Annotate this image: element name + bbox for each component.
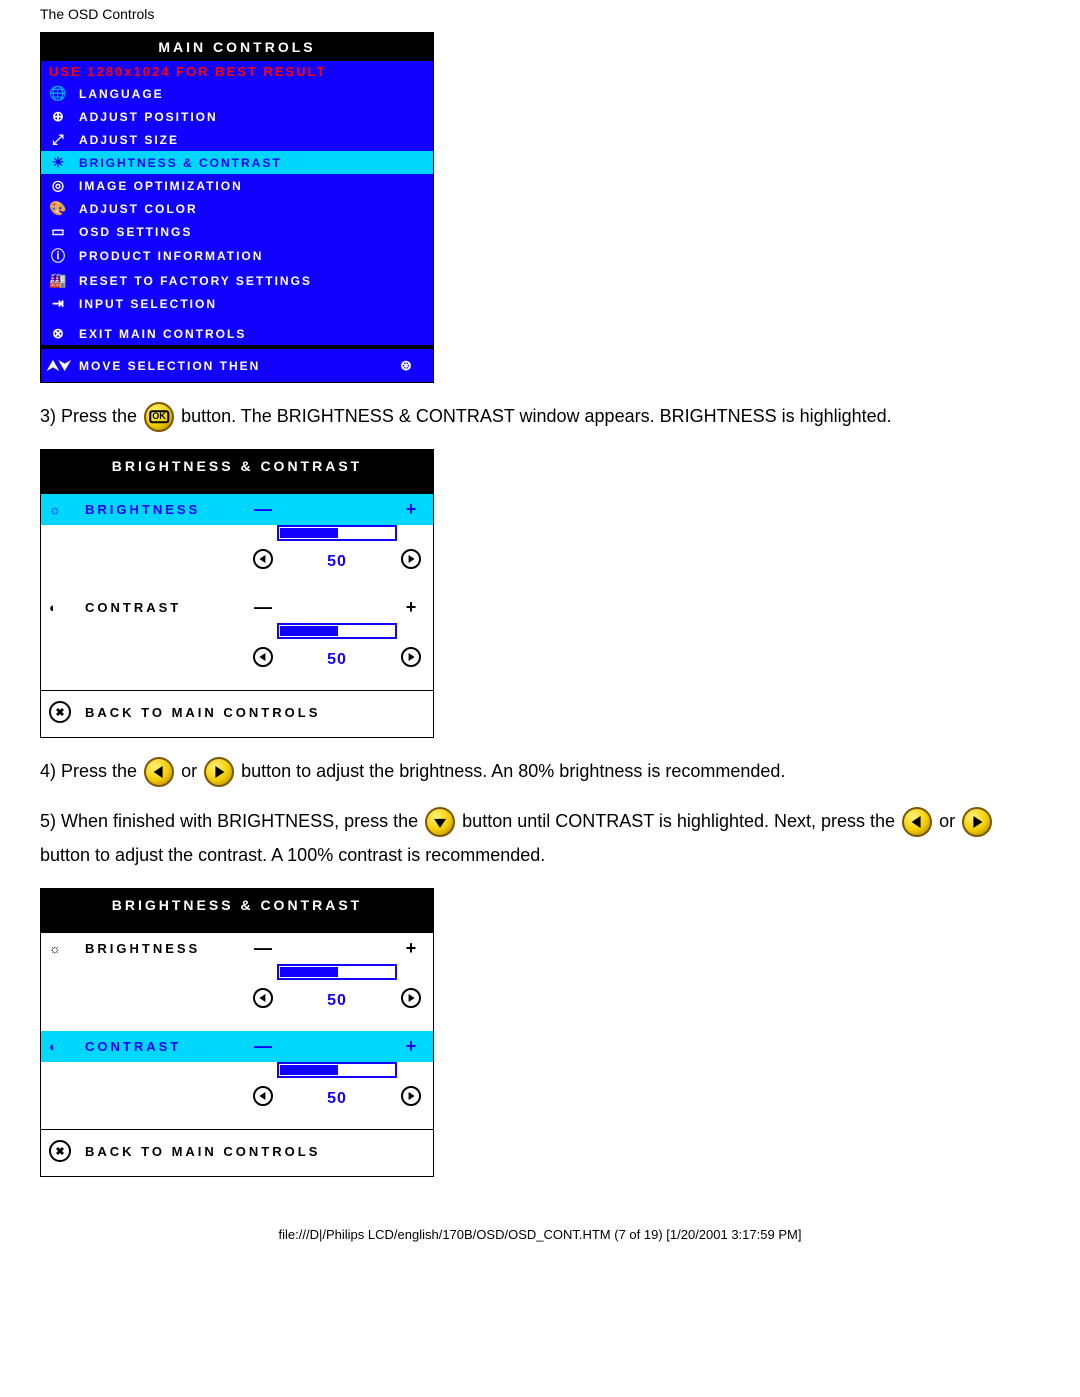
right-arrow-icon: [401, 1086, 421, 1106]
osd-main-panel: MAIN CONTROLS USE 1280x1024 FOR BEST RES…: [40, 32, 434, 383]
osd-item-label: ADJUST SIZE: [79, 133, 179, 147]
right-arrow-icon: [401, 549, 421, 569]
osd-item-exit[interactable]: ⊗ EXIT MAIN CONTROLS: [41, 315, 433, 345]
left-arrow-icon: [253, 1086, 273, 1106]
bc-back-row[interactable]: ✖ BACK TO MAIN CONTROLS: [41, 1129, 433, 1176]
size-icon: ⤢: [47, 131, 69, 148]
contrast-label: CONTRAST: [85, 600, 249, 615]
osd-item-label: LANGUAGE: [79, 87, 164, 101]
contrast-value: 50: [277, 651, 397, 669]
osd-title: MAIN CONTROLS: [41, 33, 433, 61]
ok-icon: ⊛: [395, 357, 417, 374]
brightness-value: 50: [277, 553, 397, 571]
osd-item-label: ADJUST POSITION: [79, 110, 218, 124]
window-icon: ▭: [47, 223, 69, 240]
brightness-label: BRIGHTNESS: [85, 941, 249, 956]
osd-item-label: PRODUCT INFORMATION: [79, 249, 263, 263]
osd-item-label: IMAGE OPTIMIZATION: [79, 179, 243, 193]
back-label: BACK TO MAIN CONTROLS: [85, 1144, 320, 1159]
osd-footer-text: MOVE SELECTION THEN: [79, 359, 260, 373]
step-3: 3) Press the button. The BRIGHTNESS & CO…: [40, 399, 1040, 433]
back-label: BACK TO MAIN CONTROLS: [85, 705, 320, 720]
osd-item-label: ADJUST COLOR: [79, 202, 198, 216]
left-arrow-icon: [253, 549, 273, 569]
sun-icon: ☼: [49, 502, 85, 517]
minus-icon: —: [249, 938, 277, 959]
osd-item-osd-settings[interactable]: ▭ OSD SETTINGS: [41, 220, 433, 243]
contrast-icon: ◐: [49, 600, 85, 615]
plus-icon: +: [397, 1036, 425, 1057]
page-header: The OSD Controls: [40, 6, 1040, 22]
contrast-value: 50: [277, 1090, 397, 1108]
target-icon: ◎: [47, 177, 69, 194]
brightness-bar: [277, 525, 397, 541]
plus-icon: +: [397, 938, 425, 959]
bc-contrast-row[interactable]: ◐ CONTRAST — +: [41, 1031, 433, 1062]
brightness-label: BRIGHTNESS: [85, 502, 249, 517]
contrast-bar: [277, 623, 397, 639]
osd-item-input-selection[interactable]: ⇥ INPUT SELECTION: [41, 292, 433, 315]
minus-icon: —: [249, 597, 277, 618]
palette-icon: 🎨: [47, 200, 69, 217]
step-5: 5) When finished with BRIGHTNESS, press …: [40, 804, 1040, 872]
osd-item-adjust-color[interactable]: 🎨 ADJUST COLOR: [41, 197, 433, 220]
osd-resolution-hint: USE 1280x1024 FOR BEST RESULT: [41, 61, 433, 82]
osd-item-label: RESET TO FACTORY SETTINGS: [79, 274, 312, 288]
right-button-icon: [204, 757, 234, 787]
osd-item-factory-reset[interactable]: 🏭 RESET TO FACTORY SETTINGS: [41, 269, 433, 292]
right-arrow-icon: [401, 988, 421, 1008]
input-icon: ⇥: [47, 295, 69, 312]
osd-item-label: EXIT MAIN CONTROLS: [79, 327, 246, 341]
minus-icon: —: [249, 1036, 277, 1057]
back-icon: ✖: [49, 1140, 71, 1162]
plus-icon: +: [397, 597, 425, 618]
step-4: 4) Press the or button to adjust the bri…: [40, 754, 1040, 788]
plus-icon: +: [397, 499, 425, 520]
left-arrow-icon: [253, 647, 273, 667]
contrast-label: CONTRAST: [85, 1039, 249, 1054]
left-arrow-icon: [253, 988, 273, 1008]
exit-icon: ⊗: [47, 325, 69, 342]
left-button-icon: [902, 807, 932, 837]
bc-panel-brightness-selected: BRIGHTNESS & CONTRAST ☼ BRIGHTNESS — + 5…: [40, 449, 434, 738]
osd-item-product-info[interactable]: ⓘ PRODUCT INFORMATION: [41, 243, 433, 269]
brightness-value: 50: [277, 992, 397, 1010]
bc-contrast-row[interactable]: ◐ CONTRAST — +: [41, 592, 433, 623]
left-button-icon: [144, 757, 174, 787]
osd-item-label: BRIGHTNESS & CONTRAST: [79, 156, 282, 170]
info-icon: ⓘ: [47, 246, 69, 266]
sun-icon: ☀: [47, 154, 69, 171]
factory-icon: 🏭: [47, 272, 69, 289]
bc-back-row[interactable]: ✖ BACK TO MAIN CONTROLS: [41, 690, 433, 737]
bc-brightness-row[interactable]: ☼ BRIGHTNESS — +: [41, 933, 433, 964]
osd-item-adjust-size[interactable]: ⤢ ADJUST SIZE: [41, 128, 433, 151]
sun-icon: ☼: [49, 941, 85, 956]
back-icon: ✖: [49, 701, 71, 723]
osd-item-label: OSD SETTINGS: [79, 225, 192, 239]
osd-item-adjust-position[interactable]: ⊕ ADJUST POSITION: [41, 105, 433, 128]
bc-title: BRIGHTNESS & CONTRAST: [41, 889, 433, 933]
bc-panel-contrast-selected: BRIGHTNESS & CONTRAST ☼ BRIGHTNESS — + 5…: [40, 888, 434, 1177]
brightness-bar: [277, 964, 397, 980]
bc-brightness-row[interactable]: ☼ BRIGHTNESS — +: [41, 494, 433, 525]
bc-title: BRIGHTNESS & CONTRAST: [41, 450, 433, 494]
contrast-icon: ◐: [49, 1039, 85, 1054]
position-icon: ⊕: [47, 108, 69, 125]
down-button-icon: [425, 807, 455, 837]
osd-item-language[interactable]: 🌐 LANGUAGE: [41, 82, 433, 105]
right-arrow-icon: [401, 647, 421, 667]
osd-item-image-optimization[interactable]: ◎ IMAGE OPTIMIZATION: [41, 174, 433, 197]
osd-footer: ⮝⮟ MOVE SELECTION THEN ⊛: [41, 345, 433, 382]
osd-item-label: INPUT SELECTION: [79, 297, 217, 311]
osd-item-brightness-contrast[interactable]: ☀ BRIGHTNESS & CONTRAST: [41, 151, 433, 174]
right-button-icon: [962, 807, 992, 837]
page-footer: file:///D|/Philips LCD/english/170B/OSD/…: [40, 1227, 1040, 1242]
globe-icon: 🌐: [47, 85, 69, 102]
contrast-bar: [277, 1062, 397, 1078]
updown-icon: ⮝⮟: [47, 357, 69, 374]
ok-button-icon: [144, 402, 174, 432]
minus-icon: —: [249, 499, 277, 520]
